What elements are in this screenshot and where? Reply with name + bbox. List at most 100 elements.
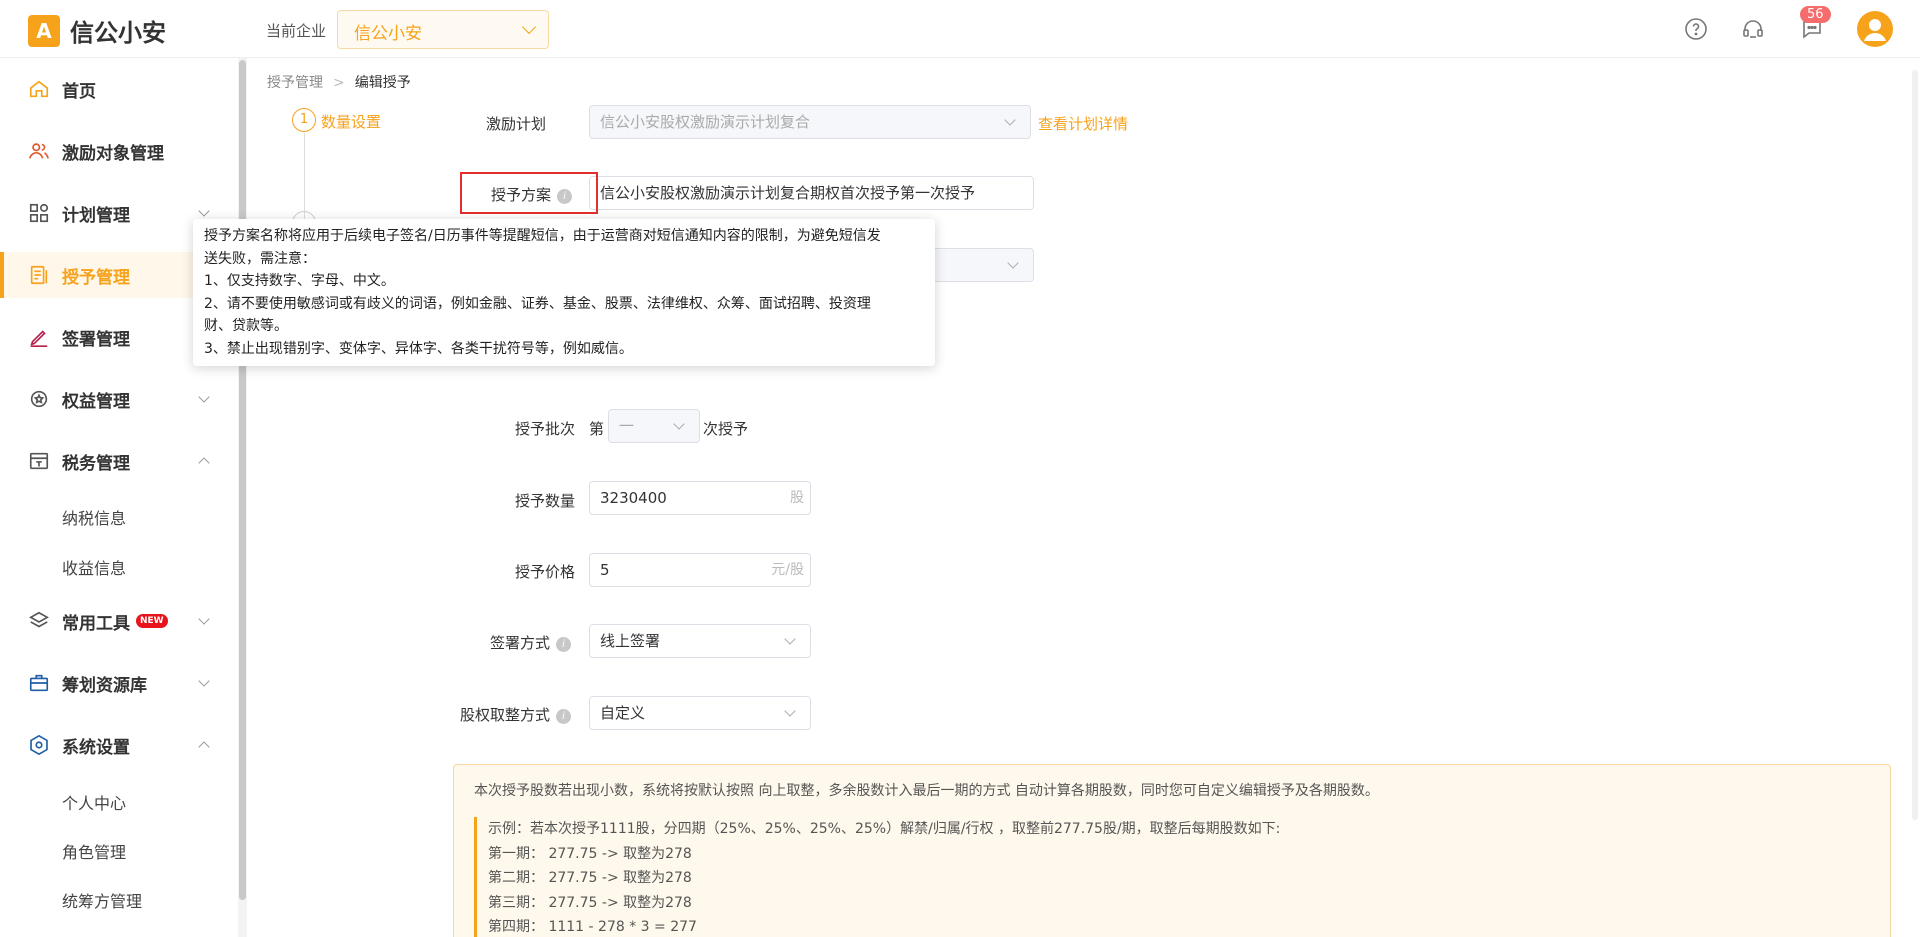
chevron-down-icon (1004, 114, 1016, 126)
scheme-value: 信公小安股权激励演示计划复合期权首次授予第一次授予 (600, 184, 976, 202)
enterprise-label: 当前企业 (266, 22, 327, 40)
rounding-value: 自定义 (600, 704, 646, 722)
user-avatar-icon[interactable] (1857, 11, 1893, 47)
rounding-select[interactable]: 自定义 (589, 696, 811, 730)
chevron-down-icon (198, 205, 210, 217)
pen-icon (30, 330, 48, 347)
sidebar-item-label: 税务管理 (62, 453, 130, 474)
app-logo[interactable]: A 信公小安 (28, 13, 166, 48)
sidebar-subitem-role-management[interactable]: 角色管理 (62, 839, 126, 863)
chevron-down-icon (198, 675, 210, 687)
highlight-box (460, 172, 598, 214)
notice-example: 示例：若本次授予1111股，分四期（25%、25%、25%、25%）解禁/归属/… (474, 817, 1280, 937)
help-icon[interactable] (1684, 17, 1708, 41)
tooltip-line: 2、请不要使用敏感词或有歧义的词语，例如金融、证券、基金、股票、法律维权、众筹、… (204, 295, 871, 312)
scheme-tooltip: 授予方案名称将应用于后续电子签名/日历事件等提醒短信，由于运营商对短信通知内容的… (193, 219, 935, 366)
logo-text: 信公小安 (70, 19, 166, 47)
notice-example-line: 第二期： 277.75 -> 取整为278 (488, 870, 692, 886)
tooltip-line: 授予方案名称将应用于后续电子签名/日历事件等提醒短信，由于运营商对短信通知内容的… (204, 228, 881, 244)
rounding-label: 股权取整方式 i (460, 704, 572, 725)
user-silhouette-icon (1864, 19, 1886, 41)
chevron-down-icon (198, 613, 210, 625)
sidebar-scrollbar[interactable] (238, 58, 247, 937)
sidebar-item-label: 首页 (62, 81, 96, 102)
quantity-unit: 股 (790, 490, 804, 506)
tooltip-line: 财、贷款等。 (204, 318, 288, 334)
main-scrollbar[interactable] (1912, 70, 1918, 820)
gear-icon (30, 734, 48, 756)
view-plan-details-link[interactable]: 查看计划详情 (1038, 113, 1128, 134)
grid-icon (29, 203, 49, 223)
batch-select: 一 (608, 409, 700, 443)
step-1-indicator: 1 (292, 108, 316, 132)
sidebar-subitem-income-info[interactable]: 收益信息 (62, 555, 126, 579)
chevron-down-icon (784, 633, 796, 645)
batch-label: 授予批次 (515, 420, 576, 438)
sidebar-item-tools[interactable]: 常用工具 NEW (0, 598, 238, 644)
enterprise-value: 信公小安 (354, 24, 422, 44)
price-value: 5 (600, 561, 610, 579)
headset-icon[interactable] (1741, 17, 1765, 41)
scheme-input[interactable]: 信公小安股权激励演示计划复合期权首次授予第一次授予 (589, 176, 1034, 210)
chevron-down-icon (198, 391, 210, 403)
plan-select: 信公小安股权激励演示计划复合 (589, 105, 1031, 139)
step-1-label[interactable]: 数量设置 (321, 111, 381, 132)
quantity-input[interactable]: 3230400 股 (589, 481, 811, 515)
sidebar-item-tax[interactable]: 税务管理 (0, 438, 238, 484)
medal-icon (30, 390, 48, 408)
rounding-notice: 本次授予股数若出现小数，系统将按默认按照 向上取整，多余股数计入最后一期的方式 … (453, 764, 1891, 937)
chevron-down-icon (521, 19, 537, 35)
price-unit: 元/股 (771, 562, 804, 578)
sidebar-item-incentive-targets[interactable]: 激励对象管理 (0, 128, 238, 174)
sidebar-item-label: 激励对象管理 (62, 143, 164, 164)
toolbox-icon (29, 674, 49, 692)
batch-prefix: 第 (589, 420, 605, 438)
price-label: 授予价格 (515, 563, 576, 581)
tooltip-line: 3、禁止出现错别字、变体字、异体字、各类干扰符号等，例如威信。 (204, 340, 633, 357)
tooltip-line: 送失败，需注意： (204, 250, 316, 267)
home-icon (29, 80, 49, 98)
notice-text: 本次授予股数若出现小数，系统将按默认按照 向上取整，多余股数计入最后一期的方式 … (474, 783, 1379, 799)
enterprise-select[interactable]: 信公小安 (337, 10, 549, 49)
breadcrumb-parent[interactable]: 授予管理 (267, 75, 323, 91)
info-icon[interactable]: i (556, 709, 572, 724)
sidebar-item-equity[interactable]: 权益管理 (0, 376, 238, 422)
chevron-down-icon (673, 418, 685, 430)
sidebar-subitem-personal-center[interactable]: 个人中心 (62, 790, 126, 814)
notice-example-line: 第三期： 277.75 -> 取整为278 (488, 894, 692, 911)
sidebar-item-label: 授予管理 (62, 267, 130, 288)
breadcrumb-separator-icon: > (333, 75, 345, 91)
chevron-up-icon (198, 457, 210, 469)
sidebar-item-resources[interactable]: 筹划资源库 (0, 660, 238, 706)
sign-method-value: 线上签署 (600, 632, 661, 650)
sidebar-item-label: 权益管理 (62, 391, 130, 412)
quantity-value: 3230400 (600, 489, 667, 507)
batch-value: 一 (619, 417, 635, 435)
sidebar-subitem-tax-info[interactable]: 纳税信息 (62, 505, 126, 529)
chevron-up-icon (198, 741, 210, 753)
message-count-badge: 56 (1800, 6, 1831, 23)
people-icon (29, 143, 49, 159)
logo-mark-icon: A (28, 14, 60, 47)
price-input[interactable]: 5 元/股 (589, 553, 811, 587)
batch-suffix: 次授予 (703, 420, 749, 438)
notice-example-line: 第一期： 277.75 -> 取整为278 (488, 845, 692, 862)
info-icon[interactable]: i (556, 637, 572, 652)
chevron-down-icon (784, 705, 796, 717)
sidebar-scrollbar-thumb[interactable] (239, 60, 246, 900)
sidebar-item-settings[interactable]: 系统设置 (0, 722, 238, 768)
sidebar-item-label: 签署管理 (62, 329, 130, 350)
sidebar-item-home[interactable]: 首页 (0, 66, 238, 112)
plan-value: 信公小安股权激励演示计划复合 (600, 113, 811, 131)
sign-method-label-text: 签署方式 (490, 634, 551, 652)
sidebar-subitem-coordinator-management[interactable]: 统筹方管理 (62, 888, 142, 912)
sidebar: 首页 激励对象管理 计划管理 授予管理 签署管理 权益管理 税务管理 纳税信息 … (0, 58, 238, 937)
tax-icon (29, 452, 49, 470)
top-header: A 信公小安 当前企业 信公小安 56 (0, 0, 1920, 58)
plan-label: 激励计划 (486, 115, 547, 133)
new-badge: NEW (136, 614, 168, 628)
notice-example-line: 第四期： 1111 - 278 * 3 = 277 (488, 919, 697, 935)
sidebar-item-label: 筹划资源库 (62, 675, 147, 696)
sign-method-select[interactable]: 线上签署 (589, 624, 811, 658)
layers-icon (29, 611, 49, 628)
